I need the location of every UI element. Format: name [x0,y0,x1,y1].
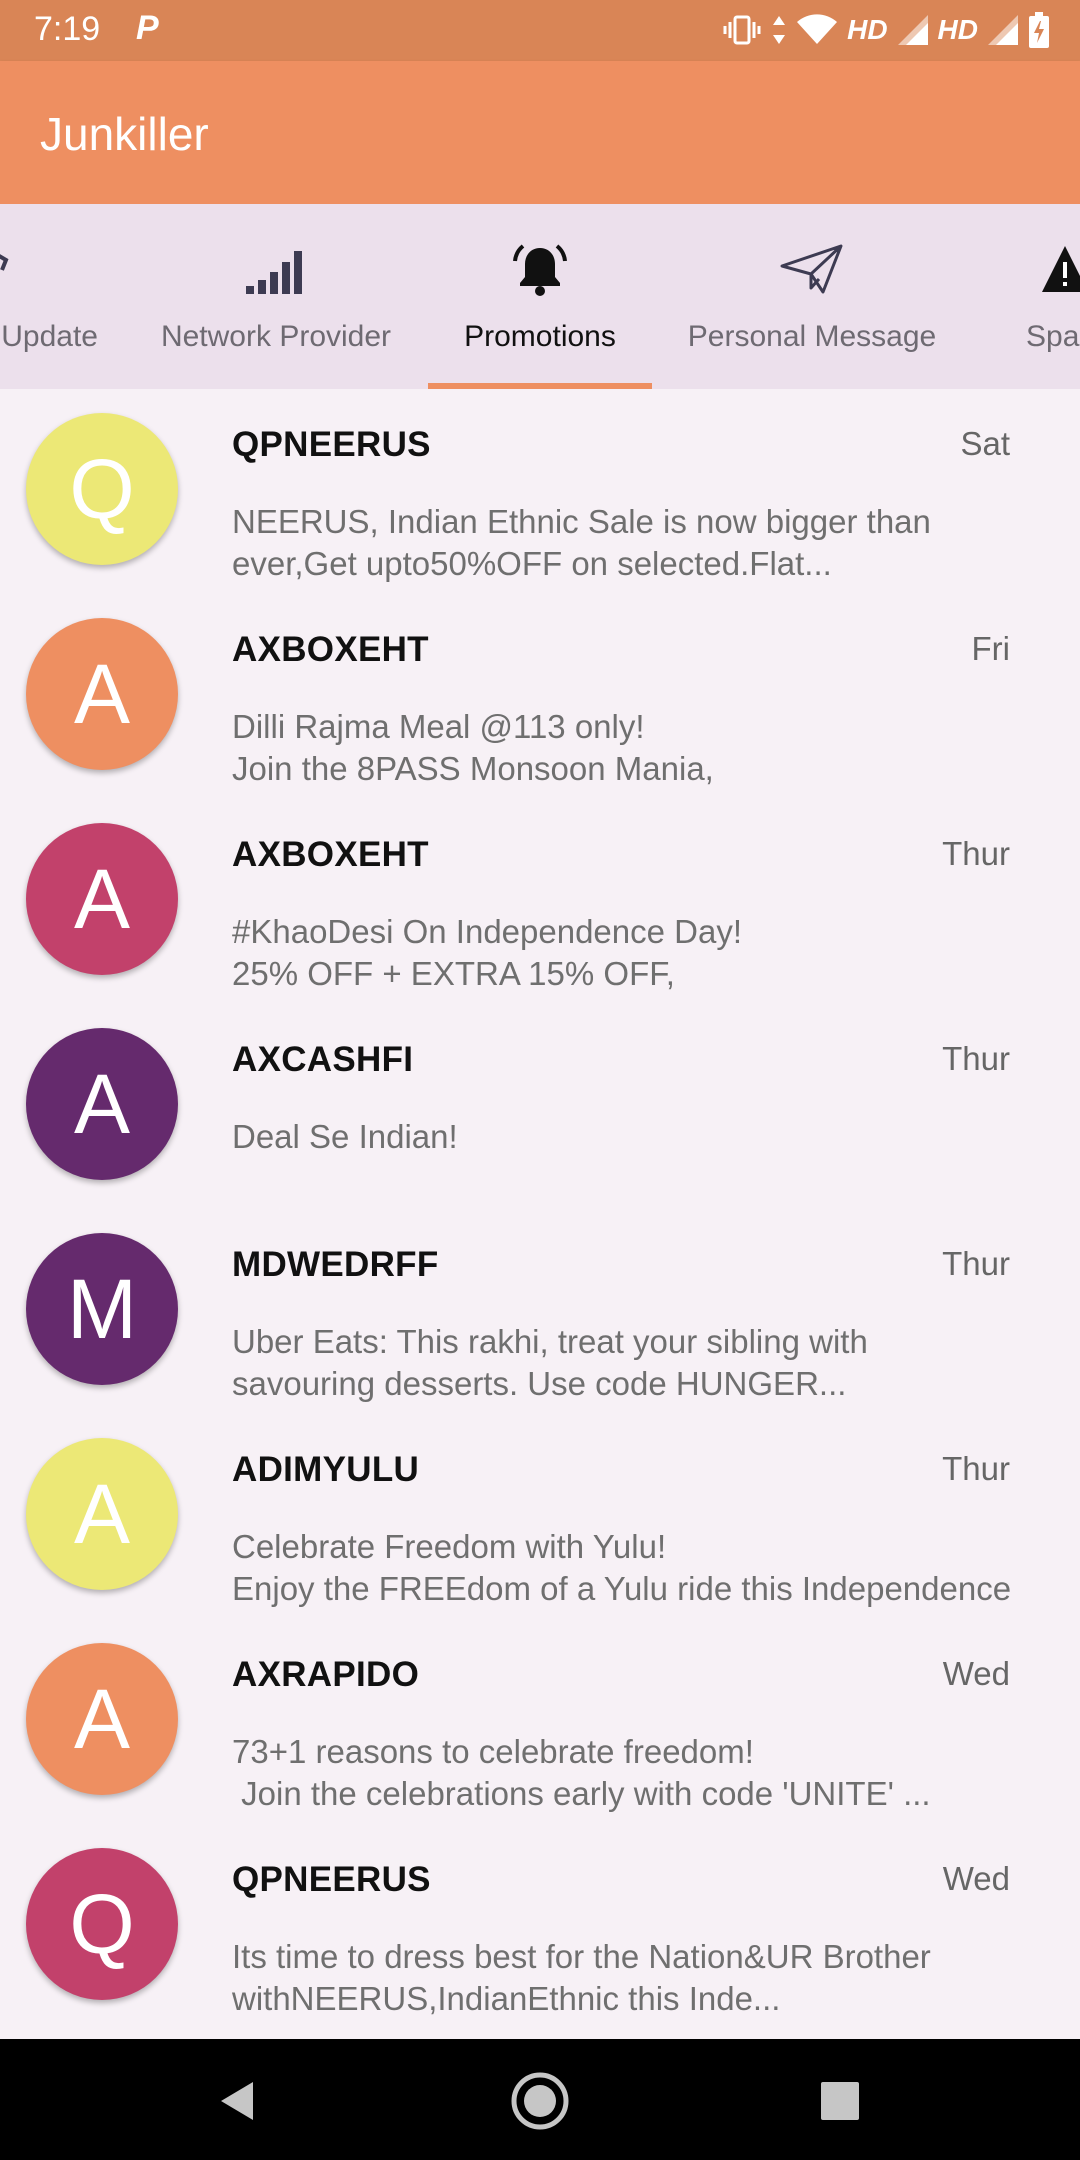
signal-icon [897,15,928,45]
signal-icon [988,15,1018,45]
avatar: M [26,1233,178,1385]
message-row[interactable]: A AXBOXEHT Thur #KhaoDesi On Independenc… [0,799,1080,1004]
tab-personal-message[interactable]: Personal Message [666,204,958,389]
avatar: A [26,1438,178,1590]
tab-label: Promotions [464,320,616,353]
sender-name: ADIMYULU [232,1450,420,1489]
avatar: Q [26,1848,178,2000]
app-indicator-icon: P [136,9,159,47]
message-date: Thur [942,1245,1010,1282]
app-bar: Junkiller [0,61,1080,204]
data-arrows-icon [771,14,787,46]
message-date: Wed [942,1655,1010,1692]
warning-icon [1040,234,1080,304]
message-row[interactable]: Q QPNEERUS Sat NEERUS, Indian Ethnic Sal… [0,389,1080,594]
message-date: Fri [971,630,1010,667]
sender-name: AXBOXEHT [232,630,429,669]
tab-label: Spa [1026,320,1080,353]
sender-name: AXBOXEHT [232,835,429,874]
message-row[interactable]: A AXRAPIDO Wed 73+1 reasons to celebrate… [0,1619,1080,1824]
network-label-1: HD [847,14,888,45]
avatar: A [26,618,178,770]
message-preview: Dilli Rajma Meal @113 only! Join the 8PA… [232,708,714,787]
status-icons: HD HD [723,8,1050,52]
status-time: 7:19 [34,10,101,48]
recents-icon[interactable] [808,2069,872,2133]
back-icon[interactable] [206,2069,270,2133]
sender-name: QPNEERUS [232,1860,431,1899]
bell-icon [505,234,575,304]
message-row[interactable]: A AXCASHFI Thur Deal Se Indian! [0,1004,1080,1209]
signal-bars-icon [241,234,311,304]
battery-charging-icon [1028,12,1050,48]
update-icon [0,234,40,304]
paper-plane-icon [777,234,847,304]
home-icon[interactable] [508,2069,572,2133]
message-preview: Its time to dress best for the Nation&UR… [232,1938,931,2017]
message-row[interactable]: M MDWEDRFF Thur Uber Eats: This rakhi, t… [0,1209,1080,1414]
tab-update[interactable]: Update [0,204,120,389]
sender-name: AXCASHFI [232,1040,414,1079]
sender-name: AXRAPIDO [232,1655,420,1694]
tab-label: Network Provider [160,320,392,353]
message-date: Thur [942,1450,1010,1487]
message-preview: Celebrate Freedom with Yulu! Enjoy the F… [232,1528,1012,1607]
message-date: Sat [960,425,1010,462]
tab-label: Personal Message [687,320,937,353]
tab-spam[interactable]: Spa [990,204,1080,389]
message-preview: NEERUS, Indian Ethnic Sale is now bigger… [232,503,931,582]
message-preview: Uber Eats: This rakhi, treat your siblin… [232,1323,868,1402]
tab-promotions[interactable]: Promotions [428,204,652,389]
status-bar: 7:19 P HD HD [0,0,1080,61]
avatar: A [26,1643,178,1795]
message-date: Wed [942,1860,1010,1897]
vibrate-icon [723,14,761,46]
avatar: A [26,823,178,975]
sender-name: MDWEDRFF [232,1245,439,1284]
category-tabs: Update Network Provider Promotions Perso… [0,204,1080,389]
message-row[interactable]: Q QPNEERUS Wed Its time to dress best fo… [0,1824,1080,2029]
tab-label: Update [1,320,98,353]
tab-network-provider[interactable]: Network Provider [138,204,414,389]
wifi-icon [797,14,838,46]
message-preview: #KhaoDesi On Independence Day! 25% OFF +… [232,913,743,992]
message-list[interactable]: Q QPNEERUS Sat NEERUS, Indian Ethnic Sal… [0,389,1080,2039]
avatar: Q [26,413,178,565]
message-row[interactable]: A ADIMYULU Thur Celebrate Freedom with Y… [0,1414,1080,1619]
system-nav-bar [0,2039,1080,2160]
message-date: Thur [942,1040,1010,1077]
app-title: Junkiller [40,108,209,160]
network-label-2: HD [937,14,978,45]
message-preview: 73+1 reasons to celebrate freedom! Join … [232,1733,931,1812]
sender-name: QPNEERUS [232,425,431,464]
message-row[interactable]: A AXBOXEHT Fri Dilli Rajma Meal @113 onl… [0,594,1080,799]
message-preview: Deal Se Indian! [232,1118,458,1155]
avatar: A [26,1028,178,1180]
message-date: Thur [942,835,1010,872]
